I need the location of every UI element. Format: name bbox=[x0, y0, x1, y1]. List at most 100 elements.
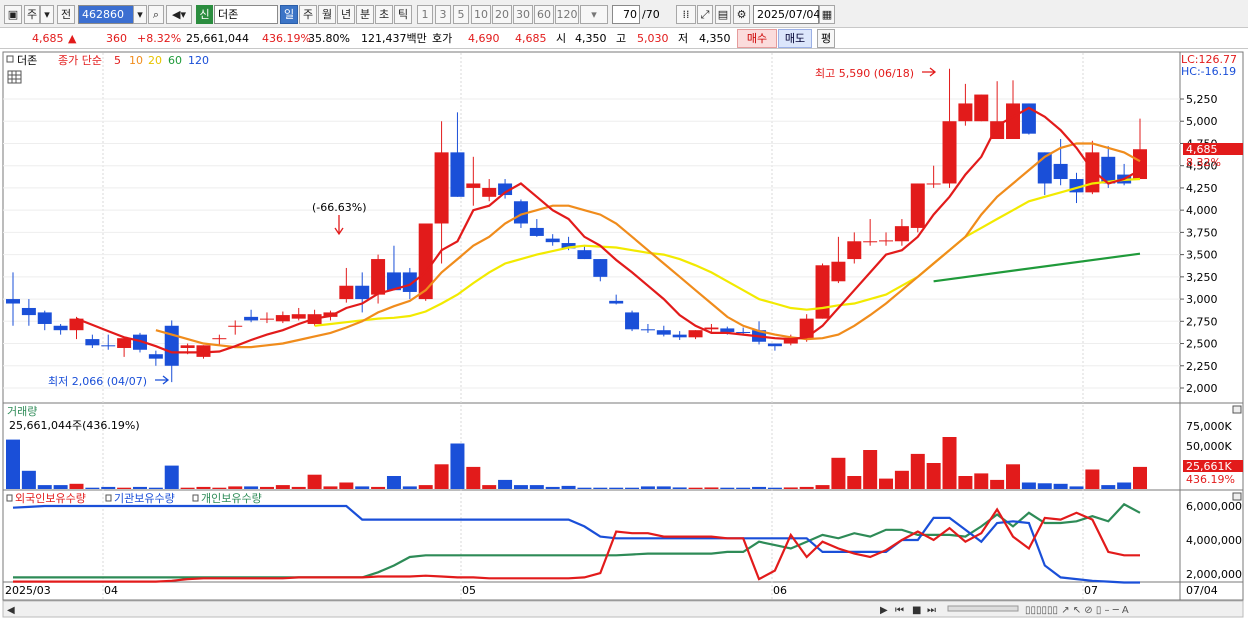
volume-bar bbox=[974, 473, 989, 489]
volume-bar bbox=[545, 486, 560, 489]
up-arrow-icon: ▲ bbox=[68, 32, 77, 45]
interval-custom-dropdown[interactable]: ▾ bbox=[580, 5, 608, 24]
legend-ma120: 120 bbox=[188, 54, 209, 67]
type-dropdown-icon[interactable]: ▾ bbox=[40, 5, 54, 24]
hoga-sell: 4,690 bbox=[468, 32, 500, 45]
volume-bar bbox=[1069, 486, 1084, 489]
volume-bar bbox=[275, 485, 290, 489]
stock-name-field[interactable]: 더존 bbox=[214, 5, 278, 24]
window-menu-icon[interactable]: ▣ bbox=[4, 5, 22, 24]
flat-button[interactable]: 평 bbox=[817, 29, 835, 48]
period-month[interactable]: 월 bbox=[318, 5, 336, 24]
date-input[interactable]: 2025/07/04 bbox=[753, 5, 820, 24]
sell-button[interactable]: 매도 bbox=[778, 29, 812, 48]
price-tag-text: 4,685 bbox=[1186, 143, 1218, 156]
volume-bar bbox=[879, 478, 894, 489]
grid-icon[interactable]: ⁞⁞ bbox=[676, 5, 696, 24]
code-dropdown-icon[interactable]: ▾ bbox=[133, 5, 147, 24]
volume-bar bbox=[942, 437, 957, 489]
candle-body bbox=[85, 339, 100, 346]
candle-body bbox=[529, 227, 544, 236]
chart-tools-icons[interactable]: ▯▯▯▯▯▯ ↗ ↖ ⊘ ▯ – ─ A bbox=[1025, 605, 1129, 616]
interval-20[interactable]: 20 bbox=[492, 5, 512, 24]
type-select[interactable]: 주 bbox=[24, 5, 40, 24]
forward-icon[interactable]: ⏭ bbox=[927, 605, 936, 616]
candle-body bbox=[418, 223, 433, 300]
count-input[interactable]: 70 bbox=[612, 5, 640, 24]
count-total: /70 bbox=[642, 8, 660, 21]
scroll-right-icon[interactable]: ▶ bbox=[880, 605, 888, 616]
candle-body bbox=[704, 327, 719, 330]
scroll-left-icon[interactable]: ◀ bbox=[7, 605, 15, 616]
buy-button[interactable]: 매수 bbox=[737, 29, 777, 48]
interval-120[interactable]: 120 bbox=[555, 5, 579, 24]
legend-ma5: 5 bbox=[114, 54, 121, 67]
interval-10[interactable]: 10 bbox=[471, 5, 491, 24]
candle-body bbox=[53, 325, 68, 331]
gear-icon[interactable]: ⚙ bbox=[733, 5, 750, 24]
candle-body bbox=[942, 121, 957, 184]
zoom-slider[interactable] bbox=[947, 605, 1019, 612]
volume-bar bbox=[815, 485, 830, 489]
candle-body bbox=[577, 250, 592, 260]
period-minute[interactable]: 분 bbox=[356, 5, 374, 24]
stock-code-input[interactable]: 462860 bbox=[78, 5, 134, 24]
volume-bar bbox=[355, 486, 370, 489]
stop-icon[interactable]: ■ bbox=[912, 605, 921, 616]
search-icon[interactable]: ⌕ bbox=[148, 5, 164, 24]
period-tick[interactable]: 틱 bbox=[394, 5, 412, 24]
calendar-icon[interactable]: ▦ bbox=[819, 5, 835, 24]
interval-5[interactable]: 5 bbox=[453, 5, 469, 24]
period-day[interactable]: 일 bbox=[280, 5, 298, 24]
candle-body bbox=[720, 328, 735, 332]
volume-bar bbox=[561, 485, 576, 489]
period-year[interactable]: 년 bbox=[337, 5, 355, 24]
price-tick-label: 4,250 bbox=[1186, 182, 1218, 195]
speaker-icon[interactable]: ◀▾ bbox=[166, 5, 192, 24]
legend-institution: 기관보유수량 bbox=[114, 492, 175, 505]
volume-bar bbox=[212, 487, 227, 489]
holdings-panel-close-icon[interactable] bbox=[1232, 492, 1242, 501]
candle-body bbox=[339, 285, 354, 300]
candle-body bbox=[1006, 103, 1021, 140]
x-label-end-date: 07/04 bbox=[1186, 584, 1218, 597]
period-week[interactable]: 주 bbox=[299, 5, 317, 24]
scroll-bar[interactable]: ◀ ▶ ⏮ ■ ⏭ ▯▯▯▯▯▯ ↗ ↖ ⊘ ▯ – ─ A bbox=[2, 600, 1244, 618]
prev-button[interactable]: 전 bbox=[57, 5, 75, 24]
volume-bar bbox=[847, 476, 862, 489]
volume-bar bbox=[21, 470, 36, 489]
rewind-icon[interactable]: ⏮ bbox=[895, 605, 904, 616]
interval-30[interactable]: 30 bbox=[513, 5, 533, 24]
candle-body bbox=[275, 315, 290, 322]
volume-bar bbox=[831, 457, 846, 489]
period-second[interactable]: 초 bbox=[375, 5, 393, 24]
interval-3[interactable]: 3 bbox=[435, 5, 451, 24]
candle-body bbox=[879, 240, 894, 242]
candle-body bbox=[1085, 152, 1100, 193]
candle-body bbox=[1133, 149, 1147, 180]
price-change: 360 bbox=[106, 32, 127, 45]
volume-bar bbox=[863, 450, 878, 489]
stock-chart[interactable]: 더존 종가 단순 5 10 20 60 120 LC:126.77 HC:-16… bbox=[0, 50, 1248, 621]
candle-body bbox=[593, 259, 608, 277]
volume-bar bbox=[752, 486, 767, 489]
candle-body bbox=[212, 338, 227, 340]
volume-pct: 436.19% bbox=[262, 32, 311, 45]
interval-60[interactable]: 60 bbox=[534, 5, 554, 24]
expand-icon[interactable]: ⤢ bbox=[697, 5, 713, 24]
high-price: 5,030 bbox=[637, 32, 669, 45]
save-icon[interactable]: ▤ bbox=[715, 5, 731, 24]
table-icon[interactable] bbox=[7, 70, 22, 84]
volume-bar bbox=[85, 487, 100, 489]
volume-panel-close-icon[interactable] bbox=[1232, 405, 1242, 414]
x-label-2025-03: 2025/03 bbox=[5, 584, 51, 597]
volume-bar bbox=[1133, 466, 1147, 489]
candle-body bbox=[894, 226, 909, 242]
volume-bar bbox=[958, 476, 973, 489]
volume-bar bbox=[720, 487, 735, 489]
volume-bar bbox=[1037, 483, 1052, 489]
candle-body bbox=[863, 241, 878, 243]
volume-bar bbox=[259, 486, 274, 489]
candle-body bbox=[656, 330, 671, 335]
interval-1[interactable]: 1 bbox=[417, 5, 433, 24]
